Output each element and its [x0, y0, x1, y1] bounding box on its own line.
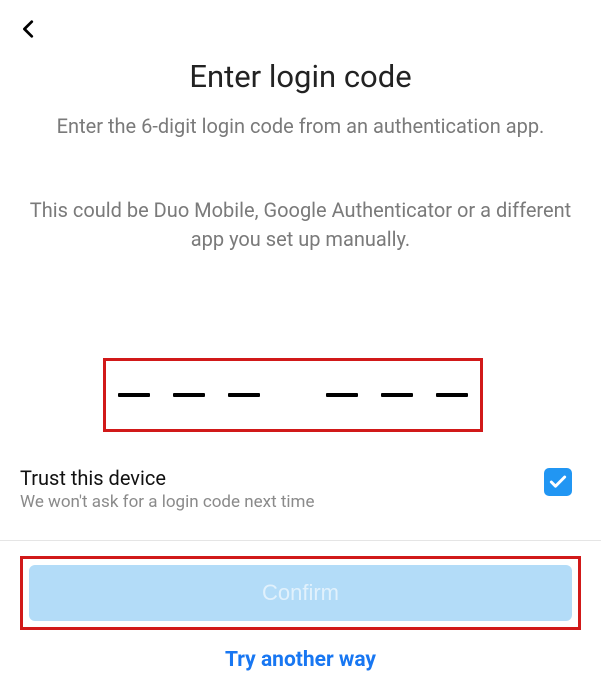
trust-device-row: Trust this device We won't ask for a log… — [20, 466, 580, 516]
digit-2-placeholder — [173, 393, 205, 397]
digit-5-placeholder — [381, 393, 413, 397]
help-text: This could be Duo Mobile, Google Authent… — [0, 196, 601, 254]
digit-3-placeholder — [228, 393, 260, 397]
confirm-button-highlight: Confirm — [20, 556, 581, 630]
try-another-way-link[interactable]: Try another way — [0, 648, 601, 672]
digit-4-placeholder — [326, 393, 358, 397]
subtitle-text: Enter the 6-digit login code from an aut… — [0, 112, 601, 141]
digit-6-placeholder — [436, 393, 468, 397]
back-button[interactable] — [14, 14, 44, 44]
digit-1-placeholder — [118, 393, 150, 397]
code-digit-placeholders — [118, 393, 468, 397]
chevron-left-icon — [18, 18, 40, 40]
trust-device-checkbox[interactable] — [544, 468, 572, 496]
code-input[interactable] — [103, 358, 483, 432]
trust-device-label: Trust this device — [20, 466, 580, 490]
page-title: Enter login code — [0, 58, 601, 95]
confirm-button[interactable]: Confirm — [29, 565, 572, 621]
divider — [0, 540, 601, 541]
trust-device-subtext: We won't ask for a login code next time — [20, 492, 580, 512]
checkmark-icon — [548, 472, 568, 492]
